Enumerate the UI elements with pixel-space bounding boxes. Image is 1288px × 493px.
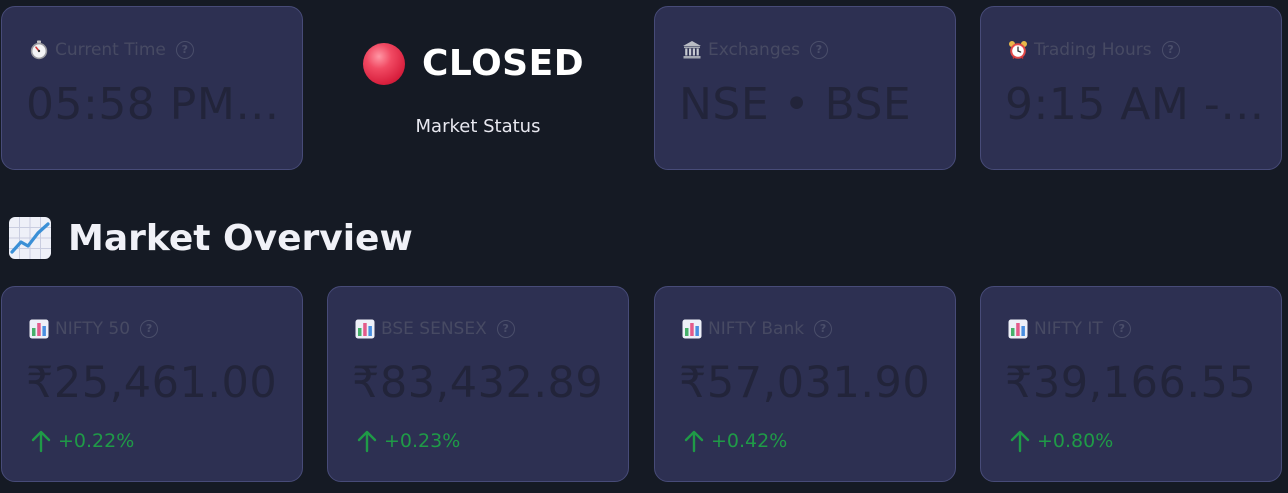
index-label-row: NIFTY IT ? — [1007, 317, 1131, 341]
bar-chart-icon — [28, 318, 50, 340]
arrow-up-icon — [1010, 430, 1030, 453]
current-time-card: Current Time ? 05:58 PM IST — [1, 6, 303, 170]
help-icon[interactable]: ? — [496, 320, 515, 338]
index-label: NIFTY 50 — [55, 319, 131, 339]
exchanges-card: Exchanges ? NSE • BSE — [654, 6, 956, 170]
index-delta: +0.22% — [58, 430, 135, 452]
chart-increasing-icon — [8, 216, 52, 260]
index-label: BSE SENSEX — [381, 319, 487, 339]
index-value: ₹39,166.55 — [1005, 358, 1257, 408]
red-circle-status-icon — [363, 43, 405, 85]
help-icon[interactable]: ? — [140, 320, 159, 338]
trading-hours-label: Trading Hours — [1034, 40, 1152, 60]
bar-chart-icon — [1007, 318, 1029, 340]
index-delta-row: +0.42% — [683, 428, 787, 454]
bar-chart-icon — [681, 318, 703, 340]
index-delta-row: +0.22% — [30, 428, 134, 454]
index-label-row: BSE SENSEX ? — [354, 317, 515, 341]
help-icon[interactable]: ? — [1112, 320, 1131, 338]
help-icon[interactable]: ? — [1161, 41, 1180, 59]
index-delta-row: +0.23% — [356, 428, 460, 454]
current-time-label: Current Time — [55, 40, 166, 60]
index-delta-row: +0.80% — [1009, 428, 1113, 454]
section-title: Market Overview — [68, 217, 413, 259]
index-value: ₹25,461.00 — [26, 358, 278, 408]
index-label: NIFTY IT — [1034, 319, 1103, 339]
current-time-label-row: Current Time ? — [28, 38, 194, 62]
alarm-clock-icon — [1007, 39, 1029, 61]
stopwatch-icon — [28, 39, 50, 61]
exchanges-label-row: Exchanges ? — [681, 38, 828, 62]
market-status-caption: Market Status — [415, 116, 541, 137]
index-label-row: NIFTY Bank ? — [681, 317, 833, 341]
arrow-up-icon — [31, 430, 51, 453]
help-icon[interactable]: ? — [814, 320, 833, 338]
index-card-nifty-50: NIFTY 50 ? ₹25,461.00 +0.22% — [1, 286, 303, 482]
index-value: ₹57,031.90 — [679, 358, 931, 408]
trading-hours-card: Trading Hours ? 9:15 AM - 3:30 PM — [980, 6, 1282, 170]
index-value: ₹83,432.89 — [352, 358, 604, 408]
index-card-nifty-bank: NIFTY Bank ? ₹57,031.90 +0.42% — [654, 286, 956, 482]
arrow-up-icon — [357, 430, 377, 453]
market-status-text: CLOSED — [422, 43, 585, 84]
trading-hours-value: 9:15 AM - 3:30 PM — [1005, 79, 1267, 130]
help-icon[interactable]: ? — [809, 41, 828, 59]
market-status-panel: CLOSED Market Status — [330, 6, 630, 170]
index-label-row: NIFTY 50 ? — [28, 317, 159, 341]
index-delta: +0.80% — [1037, 430, 1114, 452]
exchanges-value: NSE • BSE — [679, 79, 912, 130]
index-card-nifty-it: NIFTY IT ? ₹39,166.55 +0.80% — [980, 286, 1282, 482]
exchanges-label: Exchanges — [708, 40, 800, 60]
current-time-value: 05:58 PM IST — [26, 79, 288, 130]
arrow-up-icon — [684, 430, 704, 453]
market-overview-header: Market Overview — [8, 212, 413, 264]
index-label: NIFTY Bank — [708, 319, 805, 339]
index-delta: +0.23% — [384, 430, 461, 452]
bank-building-icon — [681, 39, 703, 61]
trading-hours-label-row: Trading Hours ? — [1007, 38, 1180, 62]
index-delta: +0.42% — [711, 430, 788, 452]
help-icon[interactable]: ? — [175, 41, 194, 59]
index-card-bse-sensex: BSE SENSEX ? ₹83,432.89 +0.23% — [327, 286, 629, 482]
bar-chart-icon — [354, 318, 376, 340]
